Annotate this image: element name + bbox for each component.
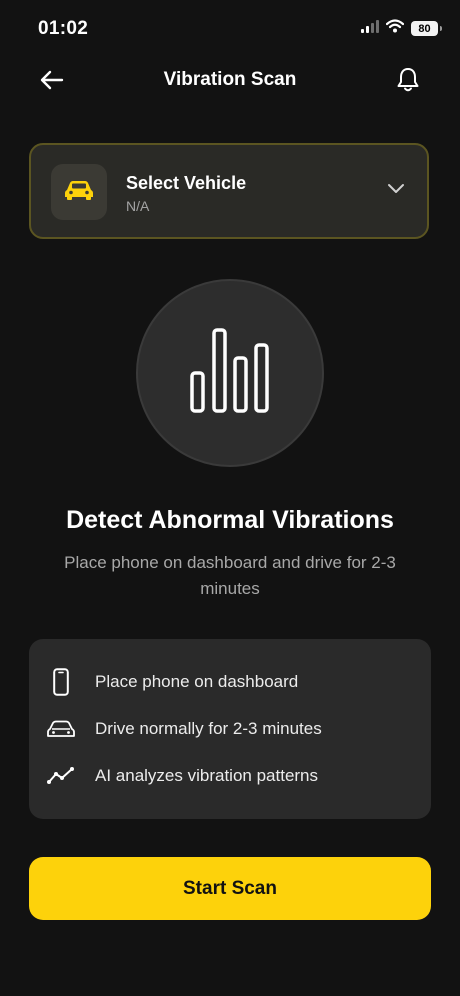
app-header: Vibration Scan — [0, 58, 460, 104]
cellular-signal-icon — [361, 19, 379, 38]
battery-level: 80 — [418, 22, 431, 35]
select-vehicle-dropdown[interactable]: Select Vehicle N/A — [29, 143, 429, 239]
trend-line-icon — [47, 761, 75, 791]
instruction-item: Drive normally for 2-3 minutes — [29, 714, 431, 744]
vehicle-icon-container — [51, 164, 107, 220]
hero-title: Detect Abnormal Vibrations — [66, 506, 394, 534]
instruction-text: Drive normally for 2-3 minutes — [95, 719, 322, 738]
car-outline-icon — [47, 714, 75, 744]
instruction-item: Place phone on dashboard — [29, 667, 431, 697]
instruction-text: Place phone on dashboard — [95, 672, 299, 691]
battery-icon: 80 — [411, 21, 442, 36]
chevron-down-icon — [387, 182, 405, 200]
bell-icon — [396, 67, 420, 98]
start-scan-button[interactable]: Start Scan — [29, 857, 431, 920]
page-title: Vibration Scan — [163, 69, 297, 90]
hero-subtitle: Place phone on dashboard and drive for 2… — [64, 553, 396, 598]
status-bar: 01:02 80 — [0, 0, 460, 58]
vehicle-selector-label: Select Vehicle — [126, 173, 247, 193]
wifi-icon — [385, 19, 405, 38]
vehicle-selected-value: N/A — [126, 198, 150, 214]
signal-bars-icon — [190, 325, 270, 422]
vibration-graphic — [136, 279, 324, 467]
car-icon — [64, 180, 94, 205]
status-icons: 80 — [361, 19, 442, 38]
instruction-item: AI analyzes vibration patterns — [29, 761, 431, 791]
status-time: 01:02 — [38, 18, 89, 39]
instructions-card: Place phone on dashboard Drive normally … — [29, 639, 431, 819]
phone-icon — [47, 667, 75, 697]
notifications-button[interactable] — [392, 66, 424, 98]
instruction-text: AI analyzes vibration patterns — [95, 766, 319, 785]
